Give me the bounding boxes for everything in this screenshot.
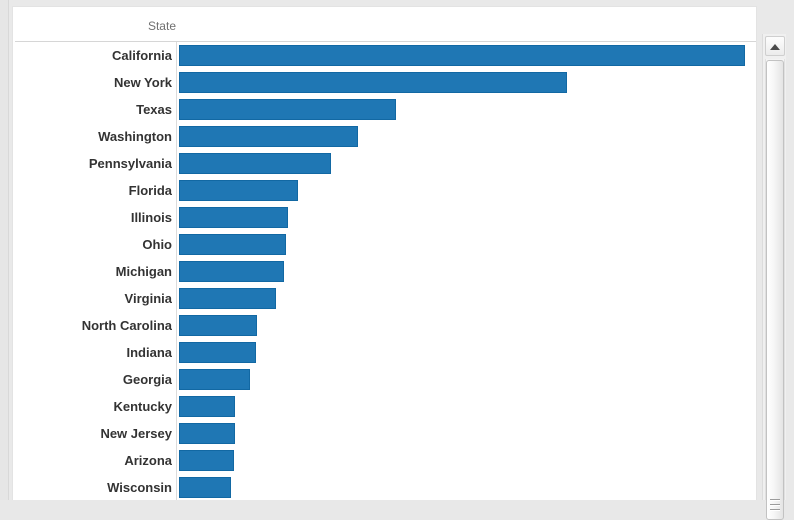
bar-track — [179, 420, 756, 447]
bar-row-label[interactable]: Ohio — [13, 231, 172, 258]
bar-track — [179, 96, 756, 123]
bar-track — [179, 474, 756, 500]
window-left-gutter — [0, 0, 9, 500]
bar-row-label[interactable]: Pennsylvania — [13, 150, 172, 177]
bar-track — [179, 339, 756, 366]
chart-panel: State California New York Texas Washington P… — [12, 6, 757, 500]
bar-row: California — [13, 42, 756, 69]
chart-header: State — [13, 7, 756, 41]
bar-row: Michigan — [13, 258, 756, 285]
bar-mark[interactable] — [179, 477, 232, 498]
bar-track — [179, 177, 756, 204]
bar-row: New Jersey — [13, 420, 756, 447]
bar-row: New York — [13, 69, 756, 96]
bar-row-label[interactable]: Florida — [13, 177, 172, 204]
bar-track — [179, 231, 756, 258]
bar-row: Georgia — [13, 366, 756, 393]
bar-row: Virginia — [13, 285, 756, 312]
bar-row-label[interactable]: California — [13, 42, 172, 69]
bar-row-label[interactable]: Georgia — [13, 366, 172, 393]
bar-mark[interactable] — [179, 423, 236, 444]
bar-row-label[interactable]: Texas — [13, 96, 172, 123]
scroll-up-button[interactable] — [765, 36, 785, 56]
bar-mark[interactable] — [179, 99, 397, 120]
bar-row: Illinois — [13, 204, 756, 231]
bar-rows: California New York Texas Washington Pennsyl… — [13, 42, 756, 500]
bar-row: Florida — [13, 177, 756, 204]
bar-mark[interactable] — [179, 153, 332, 174]
bar-track — [179, 312, 756, 339]
bar-track — [179, 123, 756, 150]
bar-mark[interactable] — [179, 234, 287, 255]
bar-row-label[interactable]: Arizona — [13, 447, 172, 474]
bar-mark[interactable] — [179, 207, 289, 228]
bar-mark[interactable] — [179, 72, 567, 93]
bar-row-label[interactable]: New Jersey — [13, 420, 172, 447]
bar-mark[interactable] — [179, 180, 299, 201]
bar-track — [179, 447, 756, 474]
bar-track — [179, 393, 756, 420]
scrollbar-thumb[interactable] — [766, 60, 784, 520]
bar-row: Washington — [13, 123, 756, 150]
bar-track — [179, 42, 756, 69]
bar-row-label[interactable]: Washington — [13, 123, 172, 150]
bar-track — [179, 285, 756, 312]
bar-row: Texas — [13, 96, 756, 123]
bar-mark[interactable] — [179, 288, 277, 309]
bar-track — [179, 69, 756, 96]
bar-row: Indiana — [13, 339, 756, 366]
vertical-scrollbar[interactable] — [762, 34, 786, 520]
bar-row-label[interactable]: Michigan — [13, 258, 172, 285]
bar-track — [179, 150, 756, 177]
bar-mark[interactable] — [179, 45, 745, 66]
bar-track — [179, 204, 756, 231]
bar-row-label[interactable]: Indiana — [13, 339, 172, 366]
bar-mark[interactable] — [179, 126, 359, 147]
field-caption-state[interactable]: State — [13, 19, 176, 33]
bar-row-label[interactable]: New York — [13, 69, 172, 96]
bar-row-label[interactable]: Wisconsin — [13, 474, 172, 500]
bar-row: Kentucky — [13, 393, 756, 420]
bar-mark[interactable] — [179, 450, 235, 471]
bar-row: Wisconsin — [13, 474, 756, 500]
bar-mark[interactable] — [179, 342, 257, 363]
bar-row: Pennsylvania — [13, 150, 756, 177]
bar-row: Arizona — [13, 447, 756, 474]
bar-chart: California New York Texas Washington Pennsyl… — [13, 42, 756, 500]
bar-row-label[interactable]: North Carolina — [13, 312, 172, 339]
bar-mark[interactable] — [179, 369, 251, 390]
bar-row-label[interactable]: Virginia — [13, 285, 172, 312]
bar-mark[interactable] — [179, 315, 258, 336]
bar-mark[interactable] — [179, 396, 236, 417]
bar-row: North Carolina — [13, 312, 756, 339]
triangle-up-icon — [770, 44, 780, 50]
visualization-window: State California New York Texas Washington P… — [0, 0, 794, 520]
bar-mark[interactable] — [179, 261, 285, 282]
bar-row-label[interactable]: Illinois — [13, 204, 172, 231]
bar-row-label[interactable]: Kentucky — [13, 393, 172, 420]
bar-track — [179, 258, 756, 285]
bar-track — [179, 366, 756, 393]
bar-row: Ohio — [13, 231, 756, 258]
grip-lines-icon — [770, 499, 780, 512]
